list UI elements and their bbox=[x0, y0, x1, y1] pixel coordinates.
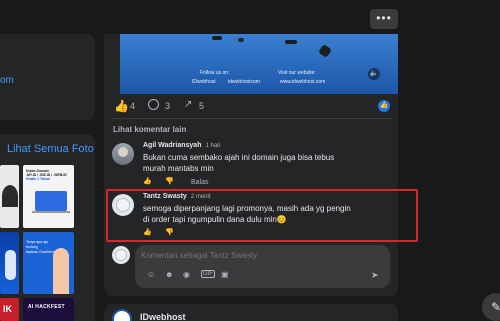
photo-thumb-3[interactable] bbox=[0, 232, 19, 294]
skydiver-figure bbox=[238, 38, 244, 42]
comment-time[interactable]: 1 hari bbox=[205, 143, 220, 149]
comment-author[interactable]: Agil Wadriansyah 1 hari bbox=[143, 142, 221, 149]
photo-thumb-2[interactable]: Klaim Domain .MY.ID / .BIZ.ID / .WEB.ID … bbox=[23, 165, 74, 228]
divider bbox=[112, 118, 392, 119]
post-image-banner[interactable]: Follow us on: IDwebhost idwebhostcom Vis… bbox=[120, 34, 398, 94]
comment-input[interactable] bbox=[141, 251, 361, 260]
photo-thumb-4[interactable]: Tanya apa aja tentang layanan IDwebhost bbox=[23, 232, 74, 294]
see-all-photos-link[interactable]: Lihat Semua Foto bbox=[7, 143, 94, 155]
page-name[interactable]: IDwebhost bbox=[140, 312, 186, 321]
top-bar bbox=[0, 0, 500, 34]
like-count: 4 bbox=[130, 101, 136, 111]
comment-text: Bukan cuma sembako ajah ini domain juga … bbox=[143, 152, 383, 174]
gif-icon[interactable]: GIF bbox=[201, 270, 215, 278]
volume-icon[interactable]: 🔈 bbox=[368, 68, 380, 80]
skydiver-figure bbox=[318, 44, 332, 58]
comment-line: murah mantabs min bbox=[143, 164, 214, 173]
avatar-sticker-icon[interactable]: ▣ bbox=[221, 270, 229, 279]
laptop-illustration bbox=[35, 191, 67, 211]
comment-icon[interactable] bbox=[148, 99, 159, 110]
banner-handle: idwebhostcom bbox=[228, 79, 260, 85]
sticker-icon[interactable]: ☺ bbox=[147, 270, 155, 279]
view-more-comments-link[interactable]: Lihat komentar lain bbox=[113, 125, 186, 134]
avatar[interactable] bbox=[112, 246, 130, 264]
avatar[interactable] bbox=[112, 143, 134, 165]
reply-button[interactable]: Balas bbox=[191, 179, 209, 186]
camera-icon[interactable]: ◉ bbox=[183, 270, 190, 279]
thumbs-down-icon[interactable]: 👎 bbox=[165, 177, 174, 185]
author-name[interactable]: Agil Wadriansyah bbox=[143, 142, 201, 149]
skydiver-figure bbox=[285, 40, 297, 44]
share-count: 5 bbox=[199, 101, 205, 111]
photos-panel: Klaim Domain .MY.ID / .BIZ.ID / .WEB.ID … bbox=[0, 134, 95, 321]
thumbs-up-icon[interactable]: 👍 bbox=[143, 177, 152, 185]
person-illustration bbox=[53, 248, 69, 294]
highlight-box bbox=[106, 189, 418, 242]
visit-label: Visit our website: bbox=[278, 70, 316, 76]
more-options-button[interactable]: ••• bbox=[370, 9, 398, 29]
like-badge-icon[interactable]: 👍 bbox=[378, 100, 390, 112]
photo-thumb-5[interactable]: IK bbox=[0, 298, 19, 321]
left-info-panel bbox=[0, 34, 95, 120]
website-link[interactable]: om bbox=[0, 75, 14, 86]
follow-label: Follow us on: bbox=[200, 70, 230, 76]
like-icon[interactable]: 👍 bbox=[114, 99, 129, 113]
photo-5-text: IK bbox=[3, 304, 12, 314]
photo-6-text: AI HACKFEST bbox=[28, 304, 65, 310]
comment-tools: ☺ ☻ ◉ GIF ▣ bbox=[147, 270, 257, 280]
photo-thumb-6[interactable]: AI HACKFEST bbox=[23, 298, 74, 321]
comment-line: Bukan cuma sembako ajah ini domain juga … bbox=[143, 153, 335, 162]
emoji-icon[interactable]: ☻ bbox=[165, 270, 173, 279]
photo-4-line-3: layanan IDwebhost bbox=[26, 250, 56, 254]
share-icon[interactable]: ↗ bbox=[184, 99, 192, 110]
visit-url: www.idwebhost.com bbox=[280, 79, 326, 85]
reactions-row: 👍 4 3 ↗ 5 👍 bbox=[112, 99, 392, 114]
send-icon[interactable]: ➤ bbox=[371, 270, 379, 281]
comment-count: 3 bbox=[165, 101, 171, 111]
photo-2-offer: Gratis 1 Tahun bbox=[26, 177, 51, 181]
compose-message-button[interactable]: ✎ bbox=[482, 293, 500, 321]
photo-thumb-1[interactable] bbox=[0, 165, 19, 228]
follow-handle: IDwebhost bbox=[192, 79, 216, 85]
skydiver-figure bbox=[212, 36, 222, 40]
